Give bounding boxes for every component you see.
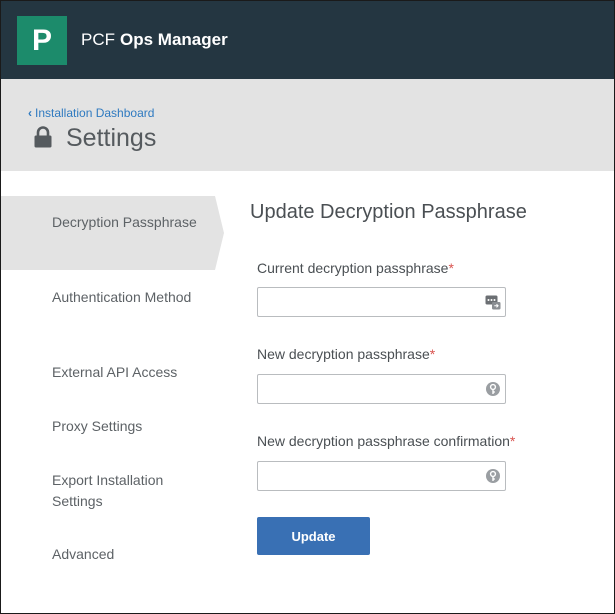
app-title-prefix: PCF: [81, 30, 115, 49]
update-button[interactable]: Update: [257, 517, 370, 555]
sidebar-item-advanced[interactable]: Advanced: [1, 536, 215, 576]
page-header: ‹ Installation Dashboard Settings: [1, 79, 614, 171]
field-label-text: New decryption passphrase: [257, 346, 430, 362]
back-link-label: Installation Dashboard: [35, 106, 155, 120]
sidebar-item-label: Authentication Method: [52, 289, 192, 305]
new-passphrase-input[interactable]: [257, 374, 506, 404]
current-passphrase-label: Current decryption passphrase*: [257, 259, 454, 277]
pcf-logo[interactable]: P: [17, 16, 67, 65]
required-marker: *: [429, 346, 436, 362]
field-label-text: New decryption passphrase confirmation: [257, 433, 510, 449]
app-title-strong: Ops Manager: [120, 30, 228, 49]
current-passphrase-input[interactable]: [257, 287, 506, 317]
password-manager-icon[interactable]: [485, 294, 501, 310]
page-title: Settings: [66, 124, 157, 152]
key-icon[interactable]: [485, 381, 501, 397]
chevron-left-icon: ‹: [28, 106, 32, 120]
sidebar-item-decryption-passphrase[interactable]: Decryption Passphrase: [1, 196, 215, 270]
required-marker: *: [448, 260, 454, 276]
sidebar-item-external-api-access[interactable]: External API Access: [1, 353, 215, 393]
sidebar-item-label: External API Access: [52, 364, 178, 380]
required-marker: *: [509, 433, 516, 449]
field-label-text: Current decryption passphrase: [257, 260, 449, 276]
installation-dashboard-link[interactable]: ‹ Installation Dashboard: [28, 105, 154, 121]
app-window: P PCF Ops Manager ‹ Installation Dashboard…: [0, 0, 615, 614]
sidebar-item-export-installation-settings[interactable]: Export Installation Settings: [1, 461, 215, 521]
sidebar-item-authentication-method[interactable]: Authentication Method: [1, 277, 215, 337]
confirm-passphrase-label: New decryption passphrase confirmation*: [257, 432, 515, 450]
sidebar-item-label: Proxy Settings: [52, 418, 143, 434]
lock-icon: [34, 126, 52, 148]
key-icon[interactable]: [485, 468, 501, 484]
sidebar-item-label: Decryption Passphrase: [52, 214, 197, 230]
form-title: Update Decryption Passphrase: [250, 201, 527, 223]
confirm-passphrase-input[interactable]: [257, 461, 506, 491]
sidebar-item-proxy-settings[interactable]: Proxy Settings: [1, 407, 215, 447]
app-title: PCF Ops Manager: [81, 29, 228, 51]
top-bar: P PCF Ops Manager: [1, 1, 614, 79]
new-passphrase-label: New decryption passphrase*: [257, 345, 435, 363]
active-item-indicator: [215, 196, 224, 270]
sidebar-item-label: Advanced: [52, 546, 115, 562]
sidebar-item-label: Export Installation Settings: [52, 472, 164, 509]
